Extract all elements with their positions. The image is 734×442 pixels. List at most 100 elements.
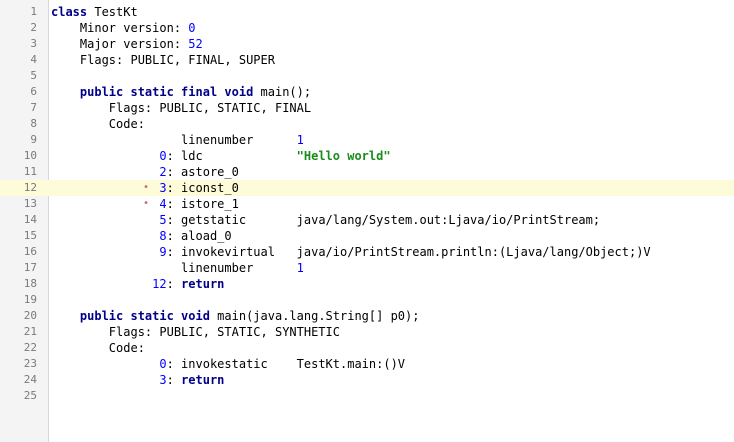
code-line[interactable]: 4 Flags: PUBLIC, FINAL, SUPER	[0, 52, 734, 68]
code-text: 2: astore_0	[51, 164, 238, 180]
code-token-num: 0	[188, 21, 196, 35]
line-number: 25	[23, 389, 37, 402]
code-token-plain: : invokestatic TestKt.main:()V	[166, 357, 406, 371]
code-line[interactable]: 10 0: ldc "Hello world"	[0, 148, 734, 164]
code-token-plain: Code:	[51, 117, 145, 131]
code-token-kw: return	[181, 373, 225, 387]
line-number: 9	[30, 133, 37, 146]
line-number: 13	[23, 197, 37, 210]
line-number: 7	[30, 101, 37, 114]
code-token-num: 0	[159, 357, 167, 371]
code-token-str: "Hello world"	[296, 149, 391, 163]
code-text: class TestKt	[51, 4, 138, 20]
line-number: 16	[23, 245, 37, 258]
line-number: 3	[30, 37, 37, 50]
line-number: 10	[23, 149, 37, 162]
code-token-plain: :	[166, 277, 182, 291]
code-token-plain: :	[166, 373, 182, 387]
code-text: 0: invokestatic TestKt.main:()V	[51, 356, 405, 372]
code-token-plain: : getstatic java/lang/System.out:Ljava/i…	[166, 213, 601, 227]
code-token-plain: linenumber	[51, 261, 297, 275]
code-token-num: 4	[159, 197, 167, 211]
code-token-plain: Flags: PUBLIC, STATIC, SYNTHETIC	[51, 325, 340, 339]
code-token-plain: Major version:	[51, 37, 189, 51]
code-line[interactable]: 8 Code:	[0, 116, 734, 132]
code-text: Code:	[51, 116, 145, 132]
line-number: 11	[23, 165, 37, 178]
code-line[interactable]: 25	[0, 388, 734, 404]
line-number: 6	[30, 85, 37, 98]
code-text: linenumber 1	[51, 132, 304, 148]
line-number: 15	[23, 229, 37, 242]
code-line[interactable]: 22 Code:	[0, 340, 734, 356]
code-line[interactable]: 2 Minor version: 0	[0, 20, 734, 36]
code-token-plain: Minor version:	[51, 21, 189, 35]
code-line[interactable]: 19	[0, 292, 734, 308]
code-line[interactable]: 23 0: invokestatic TestKt.main:()V	[0, 356, 734, 372]
code-line[interactable]: 7 Flags: PUBLIC, STATIC, FINAL	[0, 100, 734, 116]
code-token-kw: public static final void	[79, 85, 254, 99]
line-number: 24	[23, 373, 37, 386]
line-number: 20	[23, 309, 37, 322]
code-line[interactable]: 11 2: astore_0	[0, 164, 734, 180]
code-token-kw: class	[51, 5, 88, 19]
code-line[interactable]: 9 linenumber 1	[0, 132, 734, 148]
code-text: linenumber 1	[51, 260, 304, 276]
code-line[interactable]: 5	[0, 68, 734, 84]
line-number: 23	[23, 357, 37, 370]
code-text: 3: iconst_0	[51, 180, 239, 196]
code-text: Flags: PUBLIC, FINAL, SUPER	[51, 52, 275, 68]
code-token-plain: : istore_1	[166, 197, 239, 211]
bytecode-editor[interactable]: 1 class TestKt 2 Minor version: 03 Major v…	[0, 0, 734, 442]
code-lines: 1 class TestKt 2 Minor version: 03 Major v…	[0, 4, 734, 404]
line-number: 5	[30, 69, 37, 82]
code-line[interactable]: 18 12: return	[0, 276, 734, 292]
code-line[interactable]: 6 public static final void main();	[0, 84, 734, 100]
code-text: 12: return	[51, 276, 224, 292]
code-line[interactable]: 20 public static void main(java.lang.Str…	[0, 308, 734, 324]
code-line[interactable]: 13 • 4: istore_1	[0, 196, 734, 212]
code-line[interactable]: 17 linenumber 1	[0, 260, 734, 276]
code-token-plain: : iconst_0	[166, 181, 239, 195]
code-text: 0: ldc "Hello world"	[51, 148, 391, 164]
code-text: 9: invokevirtual java/io/PrintStream.pri…	[51, 244, 651, 260]
code-line[interactable]: 24 3: return	[0, 372, 734, 388]
code-text: Code:	[51, 340, 145, 356]
code-token-num: 8	[159, 229, 167, 243]
code-line[interactable]: 3 Major version: 52	[0, 36, 734, 52]
code-text: 8: aload_0	[51, 228, 232, 244]
code-token-plain: Flags: PUBLIC, FINAL, SUPER	[51, 53, 275, 67]
code-token-plain: TestKt	[87, 5, 138, 19]
code-text: 5: getstatic java/lang/System.out:Ljava/…	[51, 212, 600, 228]
line-number: 2	[30, 21, 37, 34]
code-token-plain: : ldc	[166, 149, 297, 163]
code-line[interactable]: 15 8: aload_0	[0, 228, 734, 244]
code-token-num: 12	[152, 277, 167, 291]
code-line[interactable]: 16 9: invokevirtual java/io/PrintStream.…	[0, 244, 734, 260]
line-number: 19	[23, 293, 37, 306]
code-line[interactable]: 12 • 3: iconst_0	[0, 180, 734, 196]
code-line[interactable]: 21 Flags: PUBLIC, STATIC, SYNTHETIC	[0, 324, 734, 340]
line-number: 1	[30, 5, 37, 18]
code-text: 3: return	[51, 372, 224, 388]
code-line[interactable]: 14 5: getstatic java/lang/System.out:Lja…	[0, 212, 734, 228]
code-text: public static final void main();	[51, 84, 311, 100]
line-number: 17	[23, 261, 37, 274]
code-line[interactable]: 1 class TestKt	[0, 4, 734, 20]
code-token-num: 52	[188, 37, 203, 51]
code-token-plain: : invokevirtual java/io/PrintStream.prin…	[166, 245, 651, 259]
code-token-plain: : aload_0	[166, 229, 232, 243]
code-text: public static void main(java.lang.String…	[51, 308, 420, 324]
code-token-kw: public static void	[79, 309, 210, 323]
code-text: Major version: 52	[51, 36, 203, 52]
